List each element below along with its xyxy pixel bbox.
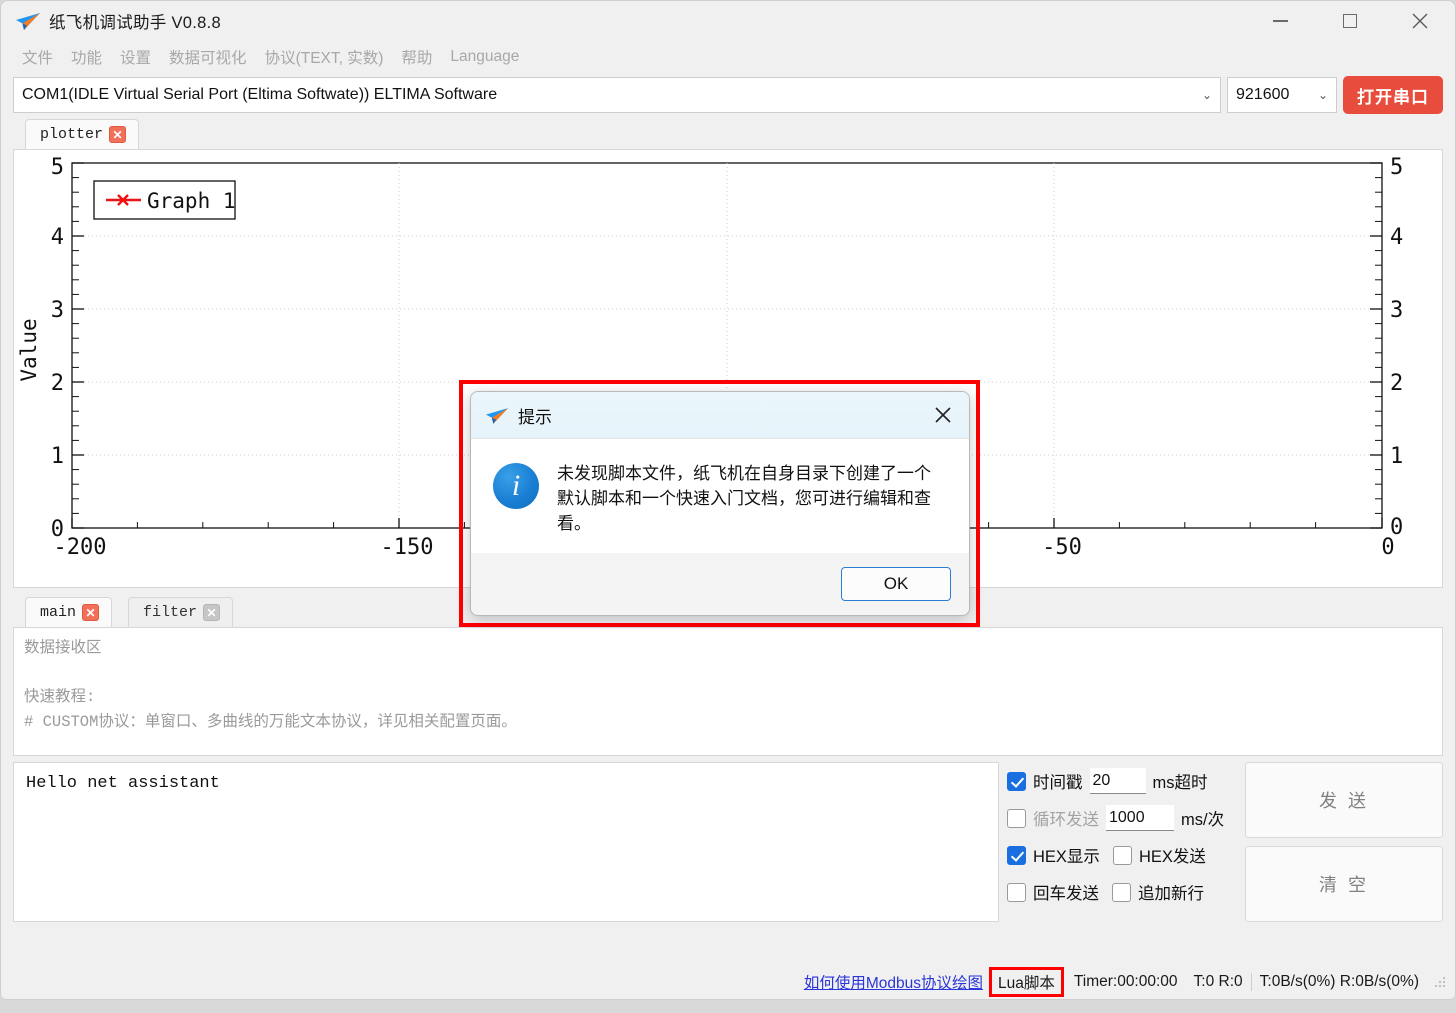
baud-rate-value: 921600 [1236, 86, 1290, 103]
legend-label-graph1: Graph 1 [147, 189, 236, 213]
append-newline-checkbox[interactable] [1112, 882, 1131, 902]
option-hex-row: HEX显示 HEX发送 [1007, 840, 1237, 870]
cr-send-checkbox[interactable] [1007, 882, 1026, 902]
y-tick-label: 2 [51, 371, 64, 396]
lua-script-highlight: Lua脚本 [988, 967, 1064, 997]
menu-item-function[interactable]: 功能 [62, 44, 111, 70]
paper-plane-logo-icon [15, 11, 41, 31]
menu-item-protocol[interactable]: 协议(TEXT, 实数) [256, 44, 393, 70]
send-buttons: 发 送 清 空 [1245, 762, 1443, 922]
open-serial-port-button[interactable]: 打开串口 [1343, 76, 1443, 114]
tab-plotter[interactable]: plotter ✕ [25, 119, 140, 149]
tab-filter-label: filter [143, 604, 198, 621]
resize-grip-icon[interactable] [1433, 975, 1447, 989]
plot-tab-strip: plotter ✕ [1, 118, 1455, 149]
hex-send-label: HEX发送 [1138, 848, 1206, 866]
timer-status: Timer:00:00:00 [1073, 973, 1178, 990]
loop-send-checkbox[interactable] [1007, 808, 1026, 828]
clear-button[interactable]: 清 空 [1245, 846, 1443, 922]
hex-display-checkbox[interactable] [1007, 845, 1026, 865]
port-toolbar: COM1(IDLE Virtual Serial Port (Eltima So… [1, 72, 1455, 118]
tab-main[interactable]: main ✕ [25, 597, 113, 627]
rates-status: T:0B/s(0%) R:0B/s(0%) [1250, 973, 1427, 991]
send-text-area[interactable]: Hello net assistant [13, 762, 999, 922]
append-newline-label: 追加新行 [1138, 885, 1204, 903]
app-window: 纸飞机调试助手 V0.8.8 文件 功能 设置 数据可视化 协议(TEXT, 实… [0, 0, 1456, 1000]
y-tick-label-right: 2 [1390, 371, 1403, 396]
tab-filter[interactable]: filter ✕ [128, 597, 234, 627]
window-title: 纸飞机调试助手 V0.8.8 [49, 14, 221, 32]
dialog-body: i 未发现脚本文件，纸飞机在自身目录下创建了一个默认脚本和一个快速入门文档，您可… [471, 439, 969, 553]
y-tick-label-right: 3 [1390, 298, 1403, 323]
loop-interval-input[interactable]: 1000 [1106, 805, 1174, 831]
option-timestamp: 时间戳 20 ms超时 [1007, 766, 1237, 796]
window-controls [1245, 1, 1455, 41]
paper-plane-logo-icon [485, 406, 509, 425]
y-axis-title: Value [17, 318, 41, 381]
chevron-down-icon: ⌄ [1201, 88, 1212, 102]
title-bar: 纸飞机调试助手 V0.8.8 [1, 1, 1455, 41]
baud-rate-select[interactable]: 921600 ⌄ [1227, 77, 1337, 113]
info-icon: i [493, 463, 539, 509]
y-tick-label: 4 [51, 225, 64, 250]
lua-script-button[interactable]: Lua脚本 [998, 971, 1055, 993]
x-tick-label: -50 [1042, 535, 1082, 560]
status-bar: 如何使用Modbus协议绘图 Lua脚本 Timer:00:00:00 T:0 … [1, 965, 1455, 999]
y-tick-label: 1 [51, 444, 64, 469]
minimize-button[interactable] [1245, 1, 1315, 41]
timestamp-checkbox[interactable] [1007, 771, 1026, 791]
dialog-message: 未发现脚本文件，纸飞机在自身目录下创建了一个默认脚本和一个快速入门文档，您可进行… [557, 464, 931, 533]
menu-item-settings[interactable]: 设置 [111, 44, 160, 70]
y-tick-label-right: 1 [1390, 444, 1403, 469]
dialog-close-icon[interactable] [923, 395, 963, 435]
cr-send-label: 回车发送 [1033, 885, 1099, 903]
loop-send-label: 循环发送 [1033, 811, 1099, 829]
menu-item-file[interactable]: 文件 [13, 44, 62, 70]
receive-text-area[interactable]: 数据接收区 快速教程: # CUSTOM协议：单窗口、多曲线的万能文本协议，详见… [13, 627, 1443, 756]
dialog-title-bar: 提示 [471, 392, 969, 439]
dialog-ok-button[interactable]: OK [841, 567, 951, 601]
timestamp-label: 时间戳 [1033, 774, 1083, 792]
tab-main-label: main [40, 604, 77, 621]
y-tick-label-right: 4 [1390, 225, 1403, 250]
serial-port-value: COM1(IDLE Virtual Serial Port (Eltima So… [22, 86, 498, 103]
y-tick-label: 3 [51, 298, 64, 323]
timeout-unit-label: ms超时 [1152, 774, 1208, 792]
maximize-button[interactable] [1315, 1, 1385, 41]
counters-status: T:0 R:0 [1193, 973, 1243, 990]
option-loop-send: 循环发送 1000 ms/次 [1007, 803, 1237, 833]
send-options: 时间戳 20 ms超时 循环发送 1000 ms/次 HEX显示 HEX发送 回… [1007, 762, 1237, 922]
close-button[interactable] [1385, 1, 1455, 41]
x-tick-label: 0 [1381, 535, 1394, 560]
hex-display-label: HEX显示 [1033, 848, 1100, 866]
send-button[interactable]: 发 送 [1245, 762, 1443, 838]
x-tick-label: -150 [381, 535, 434, 560]
dialog-title: 提示 [518, 407, 552, 427]
menu-bar: 文件 功能 设置 数据可视化 协议(TEXT, 实数) 帮助 Language [1, 41, 1455, 72]
chevron-down-icon: ⌄ [1317, 88, 1328, 102]
y-tick-label-right: 5 [1390, 155, 1403, 180]
modbus-help-link[interactable]: 如何使用Modbus协议绘图 [800, 971, 987, 993]
y-tick-label: 5 [51, 155, 64, 180]
timeout-input[interactable]: 20 [1089, 768, 1146, 794]
option-newline-row: 回车发送 追加新行 [1007, 877, 1237, 907]
tab-plotter-label: plotter [40, 126, 104, 143]
close-icon[interactable]: ✕ [82, 604, 100, 621]
prompt-dialog: 提示 i 未发现脚本文件，纸飞机在自身目录下创建了一个默认脚本和一个快速入门文档… [470, 391, 970, 616]
x-tick-label: -200 [54, 535, 107, 560]
serial-port-select[interactable]: COM1(IDLE Virtual Serial Port (Eltima So… [13, 77, 1221, 113]
hex-send-checkbox[interactable] [1112, 845, 1132, 865]
menu-item-help[interactable]: 帮助 [392, 44, 441, 70]
close-icon[interactable]: ✕ [109, 126, 127, 143]
dialog-footer: OK [471, 553, 969, 615]
menu-item-language[interactable]: Language [441, 46, 528, 68]
close-icon[interactable]: ✕ [203, 604, 221, 621]
send-section: Hello net assistant 时间戳 20 ms超时 循环发送 100… [13, 762, 1443, 922]
menu-item-visualization[interactable]: 数据可视化 [160, 44, 256, 70]
loop-unit-label: ms/次 [1181, 811, 1225, 829]
chart-legend: Graph 1 [93, 180, 236, 220]
